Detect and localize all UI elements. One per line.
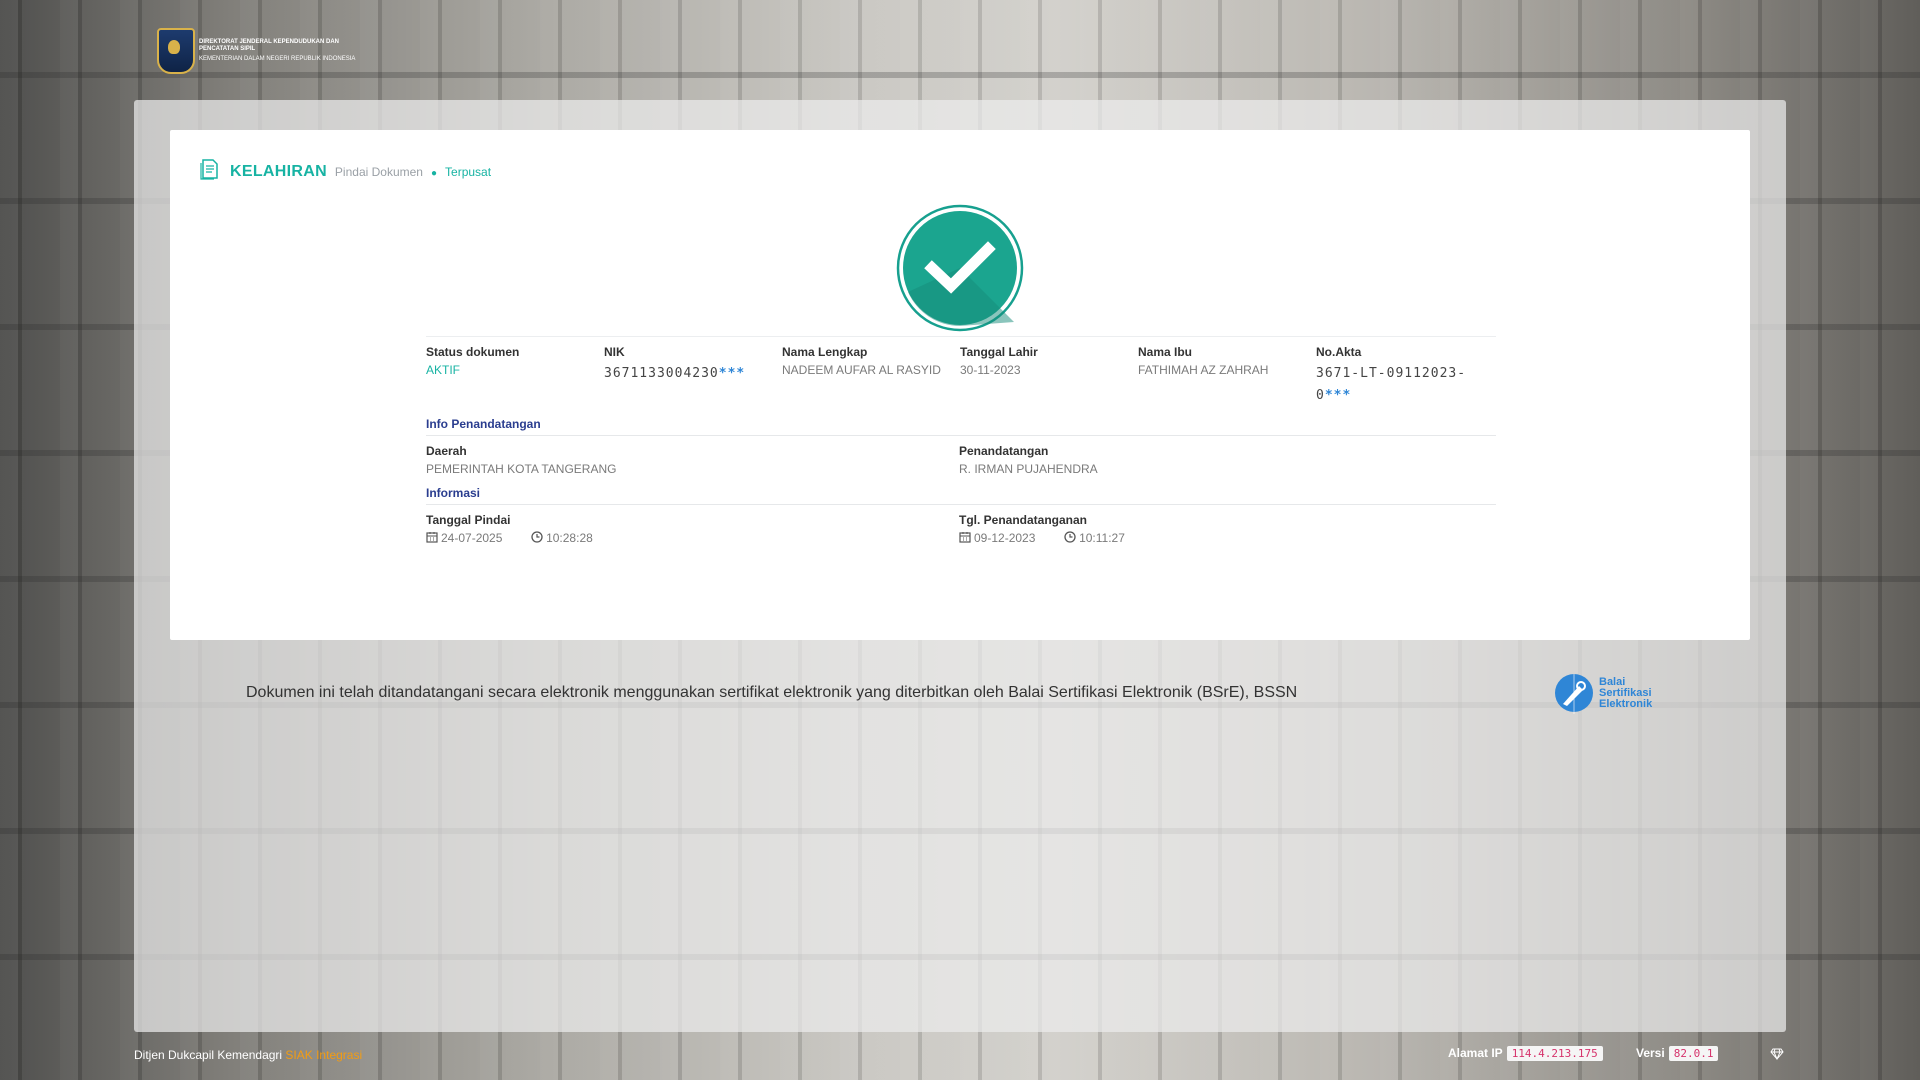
field-value: PEMERINTAH KOTA TANGERANG xyxy=(426,462,617,476)
field-value: FATHIMAH AZ ZAHRAH xyxy=(1138,363,1269,377)
sign-date: 09-12-2023 xyxy=(974,531,1036,545)
nik-value: 3671133004230 xyxy=(604,366,719,381)
field-label: NIK xyxy=(604,345,625,359)
page-title: KELAHIRAN xyxy=(230,163,327,180)
field-scan-date: Tanggal Pindai 24-07-2025 10:28:28 xyxy=(426,513,959,545)
document-card: KELAHIRAN Pindai Dokumen ● Terpusat Stat… xyxy=(170,130,1750,640)
document-details: Status dokumen AKTIF NIK 3671133004230**… xyxy=(426,336,1496,545)
field-full-name: Nama Lengkap NADEEM AUFAR AL RASYID xyxy=(782,345,960,407)
field-nik: NIK 3671133004230*** xyxy=(604,345,782,407)
field-label: Tanggal Lahir xyxy=(960,345,1038,359)
bsre-pen-icon xyxy=(1555,674,1593,714)
field-label: Nama Lengkap xyxy=(782,345,868,359)
footer: Ditjen Dukcapil Kemendagri SIAK Integras… xyxy=(0,1044,1920,1068)
calendar-icon xyxy=(426,532,438,543)
logo-line3: KEMENTERIAN DALAM NEGERI REPUBLIK INDONE… xyxy=(199,56,356,62)
diamond-icon[interactable] xyxy=(1770,1048,1784,1060)
footer-credit: Ditjen Dukcapil Kemendagri SIAK Integras… xyxy=(134,1048,362,1062)
signing-row: Daerah PEMERINTAH KOTA TANGERANG Penanda… xyxy=(426,436,1496,476)
field-value: R. IRMAN PUJAHENDRA xyxy=(959,462,1098,476)
clock-icon xyxy=(531,531,543,543)
field-birth-date: Tanggal Lahir 30-11-2023 xyxy=(960,345,1138,407)
field-value: 3671-LT-09112023-0*** xyxy=(1316,363,1494,407)
footer-org: Ditjen Dukcapil Kemendagri xyxy=(134,1048,283,1062)
information-row: Tanggal Pindai 24-07-2025 10:28:28 Tgl. … xyxy=(426,505,1496,545)
field-value: 24-07-2025 10:28:28 xyxy=(426,531,959,545)
breadcrumb-scan: Pindai Dokumen xyxy=(334,165,423,179)
field-label: Tgl. Penandatanganan xyxy=(959,513,1088,527)
field-value: NADEEM AUFAR AL RASYID xyxy=(782,363,941,377)
field-certificate-number: No.Akta 3671-LT-09112023-0*** xyxy=(1316,345,1494,407)
field-value: 09-12-2023 10:11:27 xyxy=(959,531,1492,545)
e-signature-notice: Dokumen ini telah ditandatangani secara … xyxy=(246,684,1298,701)
field-label: Nama Ibu xyxy=(1138,345,1193,359)
field-label: Daerah xyxy=(426,444,467,458)
field-label: Status dokumen xyxy=(426,345,520,359)
field-sign-date: Tgl. Penandatanganan 09-12-2023 10:11:27 xyxy=(959,513,1492,545)
field-label: No.Akta xyxy=(1316,345,1362,359)
clock-icon xyxy=(1064,531,1076,543)
check-circle-icon xyxy=(896,204,1024,332)
card-header: KELAHIRAN Pindai Dokumen ● Terpusat xyxy=(198,152,491,181)
field-label: Tanggal Pindai xyxy=(426,513,511,527)
bsre-text: Balai Sertifikasi Elektronik xyxy=(1599,675,1653,710)
akta-mask: *** xyxy=(1324,388,1352,403)
version-value: 82.0.1 xyxy=(1668,1046,1719,1061)
footer-app-link[interactable]: SIAK Integrasi xyxy=(285,1048,362,1062)
ip-value: 114.4.213.175 xyxy=(1506,1046,1603,1061)
section-signing-info: Info Penandatangan xyxy=(426,417,1496,436)
dukcapil-logo[interactable]: DIREKTORAT JENDERAL KEPENDUDUKAN DAN PEN… xyxy=(157,28,359,74)
logo-text: DIREKTORAT JENDERAL KEPENDUDUKAN DAN PEN… xyxy=(199,39,359,63)
bsre-line2: Sertifikasi xyxy=(1599,686,1652,699)
scan-date: 24-07-2025 xyxy=(441,531,503,545)
breadcrumb-dot: ● xyxy=(430,168,438,179)
logo-line2: PENCATATAN SIPIL xyxy=(199,46,256,52)
field-region: Daerah PEMERINTAH KOTA TANGERANG xyxy=(426,444,959,476)
breadcrumb-central: Terpusat xyxy=(445,165,492,179)
scan-time: 10:28:28 xyxy=(546,531,593,545)
field-value: 30-11-2023 xyxy=(960,363,1021,377)
garuda-emblem-icon xyxy=(157,28,195,74)
field-label: Penandatangan xyxy=(959,444,1049,458)
field-value: 3671133004230*** xyxy=(604,363,782,385)
field-mother-name: Nama Ibu FATHIMAH AZ ZAHRAH xyxy=(1138,345,1316,407)
ip-label: Alamat IP xyxy=(1448,1046,1503,1060)
document-icon xyxy=(200,159,218,180)
nik-mask: *** xyxy=(718,366,746,381)
field-signer: Penandatangan R. IRMAN PUJAHENDRA xyxy=(959,444,1492,476)
logo-line1: DIREKTORAT JENDERAL KEPENDUDUKAN DAN xyxy=(199,39,340,45)
version-label: Versi xyxy=(1636,1046,1665,1060)
field-status: Status dokumen AKTIF xyxy=(426,345,604,407)
footer-ip: Alamat IP 114.4.213.175 xyxy=(1448,1046,1603,1061)
sign-time: 10:11:27 xyxy=(1079,531,1125,545)
document-fields-row: Status dokumen AKTIF NIK 3671133004230**… xyxy=(426,336,1496,407)
footer-version: Versi 82.0.1 xyxy=(1636,1046,1719,1061)
section-information: Informasi xyxy=(426,486,1496,505)
bsre-line3: Elektronik xyxy=(1599,697,1653,710)
calendar-icon xyxy=(959,532,971,543)
bsre-logo: Balai Sertifikasi Elektronik xyxy=(1553,672,1652,714)
field-value: AKTIF xyxy=(426,363,461,377)
bsre-line1: Balai xyxy=(1599,675,1626,688)
